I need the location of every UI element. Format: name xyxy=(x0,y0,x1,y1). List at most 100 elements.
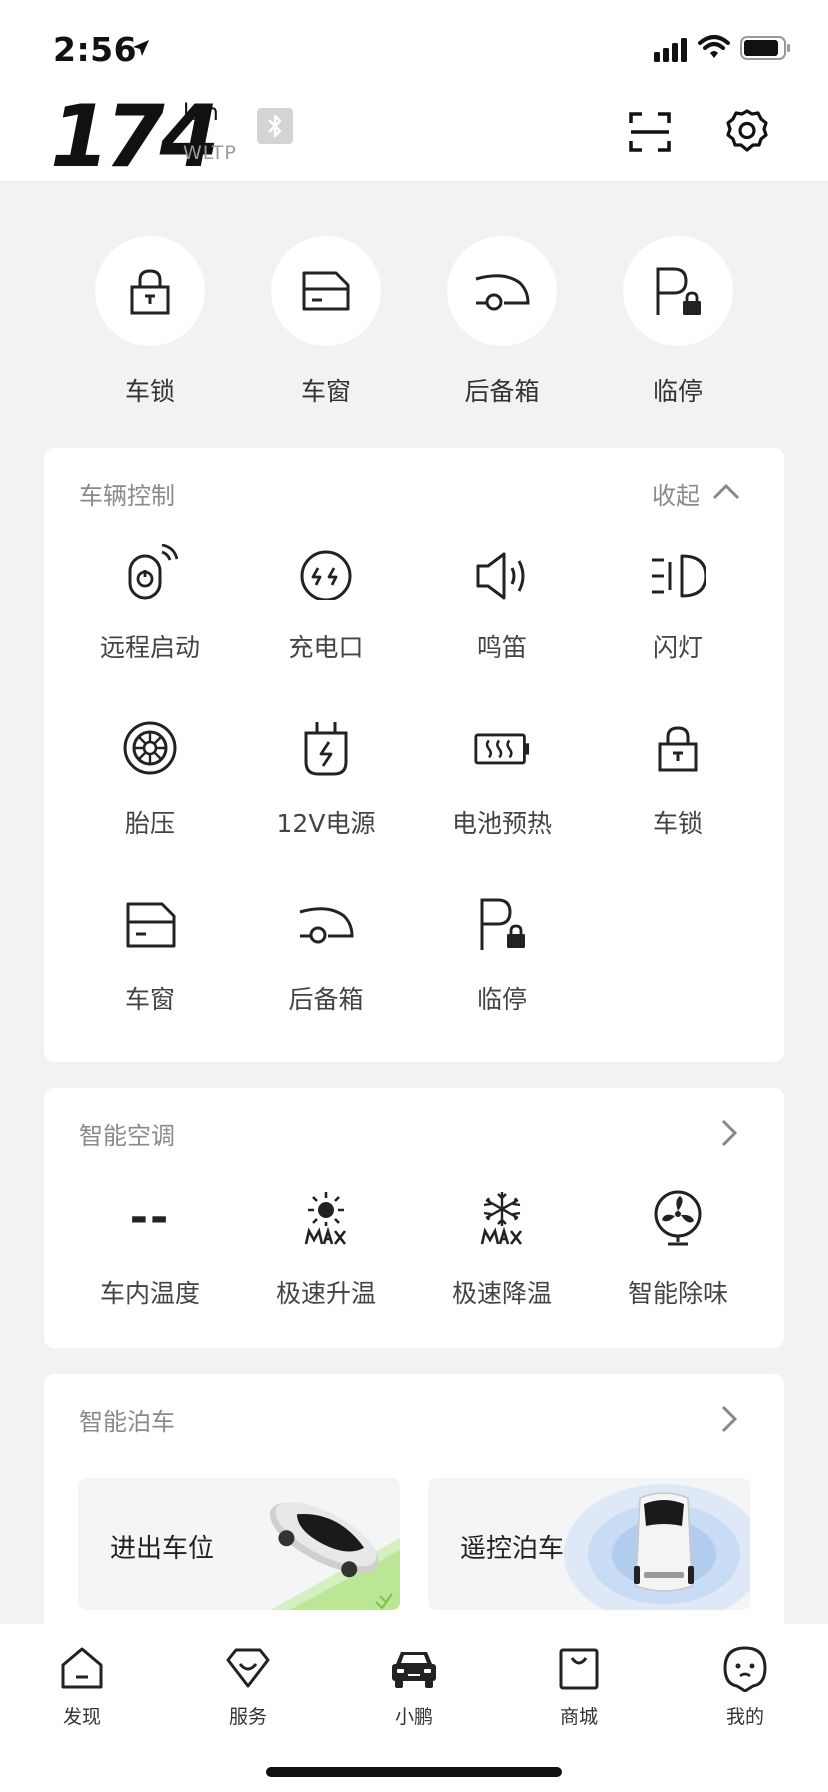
horn-icon xyxy=(476,552,525,600)
quick-action-label: 车窗 xyxy=(300,377,351,406)
control-label: 充电口 xyxy=(288,633,364,662)
card-title: 智能空调 xyxy=(79,1122,175,1150)
tab-label: 发现 xyxy=(62,1706,101,1728)
gear-icon[interactable] xyxy=(724,108,770,154)
quick-action-circle[interactable] xyxy=(623,236,733,346)
cabin-temp-icon: -- xyxy=(129,1192,171,1243)
control-label: 车内温度 xyxy=(99,1279,200,1308)
flash-light-icon xyxy=(652,554,706,598)
control-horn[interactable]: 鸣笛 xyxy=(414,544,590,704)
battery-icon xyxy=(740,36,792,60)
tab-service[interactable]: 服务 xyxy=(188,1644,308,1744)
control-label: 电池预热 xyxy=(451,809,552,838)
quick-action-circle[interactable] xyxy=(271,236,381,346)
car-icon xyxy=(392,1652,436,1688)
tab-profile[interactable]: 我的 xyxy=(685,1644,805,1744)
collapse-label: 收起 xyxy=(652,482,700,510)
quick-action-circle[interactable] xyxy=(447,236,557,346)
location-arrow-icon xyxy=(131,38,151,58)
quick-action-temp-parking[interactable]: 临停 xyxy=(590,236,766,406)
tire-pressure-icon xyxy=(123,721,177,775)
tab-label: 小鹏 xyxy=(394,1706,433,1728)
control-label: 远程启动 xyxy=(99,633,200,662)
tab-bar: 发现 服务 小鹏 商城 我的 xyxy=(0,1624,828,1792)
scan-icon[interactable] xyxy=(628,110,672,154)
control-window[interactable]: 车窗 xyxy=(62,896,238,1056)
status-time: 2:56 xyxy=(53,30,138,69)
lock-icon xyxy=(130,269,170,315)
remote-parking-illustration xyxy=(564,1484,750,1610)
park-tile-label: 进出车位 xyxy=(110,1534,215,1564)
remote-start-icon xyxy=(128,544,178,600)
chevron-up-icon xyxy=(712,483,740,500)
quick-action-trunk[interactable]: 后备箱 xyxy=(414,236,590,406)
lock-icon xyxy=(658,726,698,772)
ac-cabin-temp[interactable]: -- 车内温度 xyxy=(62,1190,238,1350)
status-bar: 2:56 xyxy=(0,0,828,92)
cellular-signal-icon xyxy=(654,38,690,62)
card-title: 智能泊车 xyxy=(79,1408,175,1436)
power-12v-icon xyxy=(304,722,348,776)
home-indicator[interactable] xyxy=(266,1767,562,1777)
tab-xiaopeng[interactable]: 小鹏 xyxy=(354,1644,474,1744)
wifi-icon xyxy=(698,34,730,60)
quick-action-circle[interactable] xyxy=(95,236,205,346)
control-label: 车窗 xyxy=(124,985,175,1014)
tab-label: 商城 xyxy=(559,1706,598,1728)
header: 174 km WLTP xyxy=(0,92,828,182)
tab-store[interactable]: 商城 xyxy=(519,1644,639,1744)
smart-ac-card: 智能空调 -- 车内温度 极速升温 极速降温 智能除味 xyxy=(44,1088,784,1348)
quick-action-lock[interactable]: 车锁 xyxy=(62,236,238,406)
bluetooth-icon xyxy=(257,108,293,144)
control-flash-light[interactable]: 闪灯 xyxy=(590,544,766,704)
discover-icon xyxy=(61,1647,103,1689)
ac-max-heat[interactable]: 极速升温 xyxy=(238,1190,414,1350)
quick-actions: 车锁 车窗 后备箱 临停 xyxy=(0,236,828,406)
range-unit: km xyxy=(183,100,219,126)
control-trunk[interactable]: 后备箱 xyxy=(238,896,414,1056)
park-in-out-tile[interactable]: 进出车位 xyxy=(78,1478,400,1610)
control-label: 胎压 xyxy=(124,809,175,838)
remote-parking-tile[interactable]: 遥控泊车 xyxy=(428,1478,750,1610)
control-power-12v[interactable]: 12V电源 xyxy=(238,720,414,880)
window-icon xyxy=(302,271,350,311)
control-label: 极速升温 xyxy=(275,1279,376,1308)
max-heat-icon xyxy=(304,1192,347,1245)
trunk-icon xyxy=(475,274,530,311)
quick-action-label: 临停 xyxy=(652,377,703,406)
control-temp-parking[interactable]: 临停 xyxy=(414,896,590,1056)
battery-preheat-icon xyxy=(474,733,530,765)
control-battery-preheat[interactable]: 电池预热 xyxy=(414,720,590,880)
card-title: 车辆控制 xyxy=(79,482,175,510)
control-remote-start[interactable]: 远程启动 xyxy=(62,544,238,704)
collapse-button[interactable]: 收起 xyxy=(652,476,740,510)
control-label: 临停 xyxy=(476,985,527,1014)
control-label: 车锁 xyxy=(652,809,703,838)
quick-action-label: 车锁 xyxy=(124,377,175,406)
trunk-icon xyxy=(299,907,354,944)
car-parking-illustration xyxy=(269,1502,400,1610)
control-charge-port[interactable]: 充电口 xyxy=(238,544,414,704)
control-lock[interactable]: 车锁 xyxy=(590,720,766,880)
park-tile-label: 遥控泊车 xyxy=(460,1534,565,1564)
tab-discover[interactable]: 发现 xyxy=(22,1644,142,1744)
control-label: 闪灯 xyxy=(652,633,703,662)
service-icon xyxy=(226,1648,270,1688)
ac-deodorize[interactable]: 智能除味 xyxy=(590,1190,766,1350)
ac-max-cool[interactable]: 极速降温 xyxy=(414,1190,590,1350)
chevron-right-icon[interactable] xyxy=(714,1118,744,1148)
charge-port-icon xyxy=(300,550,352,600)
deodorize-fan-icon xyxy=(654,1190,702,1246)
window-icon xyxy=(126,902,176,948)
tab-label: 我的 xyxy=(725,1706,764,1728)
store-icon xyxy=(559,1648,599,1690)
control-tire-pressure[interactable]: 胎压 xyxy=(62,720,238,880)
temp-parking-icon xyxy=(480,898,525,950)
temp-parking-icon xyxy=(656,267,701,315)
control-label: 后备箱 xyxy=(288,985,364,1014)
quick-action-window[interactable]: 车窗 xyxy=(238,236,414,406)
profile-icon xyxy=(723,1646,767,1692)
chevron-right-icon[interactable] xyxy=(714,1404,744,1434)
control-label: 极速降温 xyxy=(451,1279,552,1308)
quick-action-label: 后备箱 xyxy=(464,377,540,406)
